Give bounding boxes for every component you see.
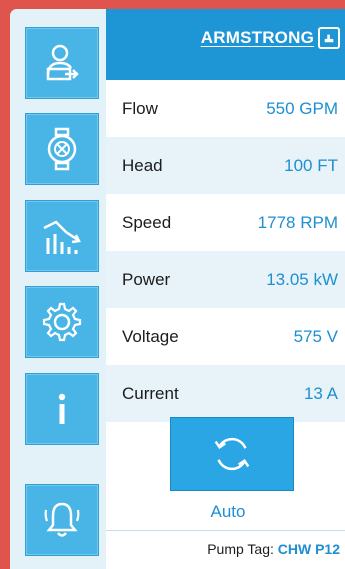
brand-bar: ARMSTRONG [106, 9, 345, 80]
trend-button[interactable] [25, 200, 99, 272]
alarm-button[interactable] [25, 484, 99, 556]
reading-label: Current [122, 383, 179, 403]
brand-logo: ARMSTRONG [201, 27, 340, 49]
reading-value: 1778 RPM [257, 212, 338, 232]
refresh-icon [214, 437, 250, 471]
brand-mark-icon [318, 27, 340, 49]
reading-row-head: Head 100 FT [106, 137, 345, 194]
main-panel: ARMSTRONG Flow 550 GPM Head 100 FT Speed… [106, 9, 345, 569]
reading-label: Power [122, 269, 171, 289]
auto-mode-label: Auto [210, 502, 246, 521]
reading-value: 550 GPM [266, 98, 338, 118]
trend-chart-icon [43, 220, 81, 254]
sidebar [10, 9, 106, 569]
info-icon [58, 393, 66, 424]
reading-row-voltage: Voltage 575 V [106, 308, 345, 365]
brand-name: ARMSTRONG [200, 28, 314, 47]
gear-icon [42, 302, 82, 342]
pump-icon [47, 127, 77, 171]
reading-row-speed: Speed 1778 RPM [106, 194, 345, 251]
settings-button[interactable] [25, 286, 99, 358]
reading-label: Speed [122, 212, 172, 232]
reading-value: 13 A [303, 383, 338, 403]
reading-value: 575 V [293, 326, 338, 346]
reading-row-flow: Flow 550 GPM [106, 80, 345, 137]
device-frame: ARMSTRONG Flow 550 GPM Head 100 FT Speed… [10, 9, 345, 569]
user-logout-icon [46, 44, 79, 81]
pump-button[interactable] [25, 113, 99, 185]
bell-alarm-icon [44, 502, 80, 537]
divider [106, 530, 345, 531]
reading-value: 13.05 kW [266, 269, 338, 289]
pump-tag-label: Pump Tag: [207, 541, 274, 557]
reading-label: Head [122, 155, 163, 175]
reading-value: 100 FT [284, 155, 338, 175]
user-logout-button[interactable] [25, 27, 99, 99]
pump-tag: Pump Tag: CHW P12 [207, 541, 340, 557]
reading-row-current: Current 13 A [106, 365, 345, 422]
mode-area: Auto [106, 417, 345, 532]
reading-label: Flow [122, 98, 158, 118]
pump-tag-value: CHW P12 [277, 541, 340, 557]
auto-mode-button[interactable] [170, 417, 294, 491]
reading-label: Voltage [122, 326, 179, 346]
info-button[interactable] [25, 373, 99, 445]
reading-row-power: Power 13.05 kW [106, 251, 345, 308]
